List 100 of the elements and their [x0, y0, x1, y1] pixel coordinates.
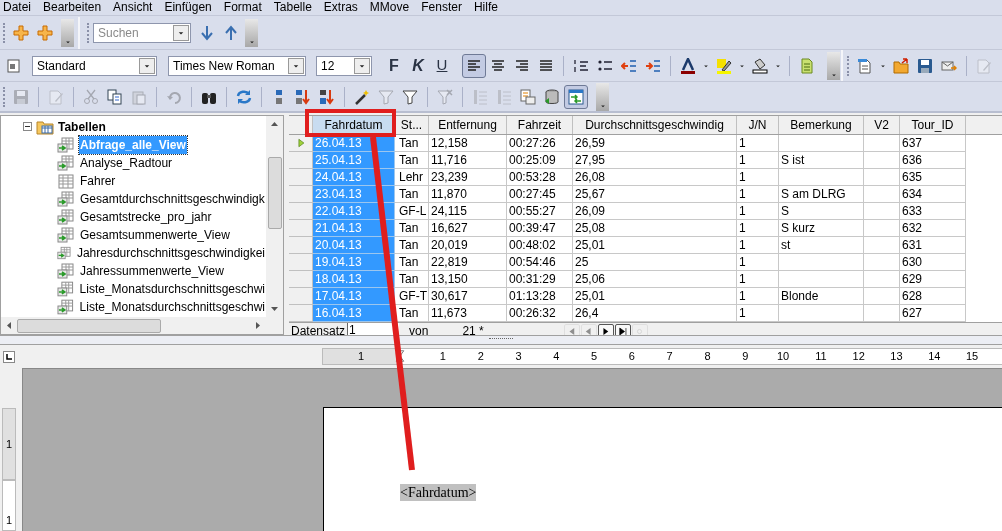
column-header[interactable]: Tour_ID	[900, 116, 966, 134]
scissors-icon	[83, 88, 99, 105]
folder-icon	[893, 57, 909, 74]
table-cell: 27,95	[573, 152, 737, 169]
column-header[interactable]: Bemerkung	[779, 116, 864, 134]
font-name-field[interactable]: Times New Roman	[168, 55, 306, 76]
scrollbar-thumb[interactable]	[267, 157, 282, 229]
tree-item[interactable]: Gesamtsummenwerte_View	[79, 226, 231, 244]
ruler-number: 7	[666, 349, 673, 365]
table-cell: 16.04.13	[313, 305, 395, 322]
column-header[interactable]: Fahrzeit	[507, 116, 573, 134]
table-cell: 19.04.13	[313, 254, 395, 271]
toolbar-grip[interactable]	[3, 86, 6, 107]
collapse-icon[interactable]	[23, 122, 32, 131]
toolbar-grip[interactable]	[3, 23, 6, 43]
paragraph-style-field[interactable]: Standard	[32, 55, 157, 76]
table-cell	[864, 203, 900, 220]
tree-item[interactable]: Liste_Monatsdurchschnittsgeschwi	[78, 280, 266, 298]
menu-item[interactable]: Fenster	[415, 0, 468, 15]
scrollbar[interactable]	[1, 317, 283, 334]
table-cell: 25,08	[573, 220, 737, 237]
tree-item[interactable]: Fahrer	[79, 172, 117, 190]
table-cell: 631	[900, 237, 966, 254]
edit-icon	[976, 57, 992, 74]
splitter-handle[interactable]	[489, 338, 513, 342]
refresh-icon	[236, 88, 252, 105]
document-icon	[857, 57, 873, 74]
toolbar-grip[interactable]	[87, 23, 90, 43]
menu-item[interactable]: Bearbeiten	[37, 0, 108, 15]
funnel-remove-icon	[437, 88, 453, 105]
toolbar-button[interactable]	[462, 53, 486, 78]
menu-item[interactable]: Hilfe	[467, 0, 504, 15]
search-field[interactable]: Suchen	[93, 23, 191, 43]
view-icon	[57, 209, 74, 225]
sort-descending-icon	[319, 88, 335, 105]
record-of-label: von	[409, 323, 429, 335]
menu-item[interactable]: Extras	[317, 0, 364, 15]
ruler-number: 14	[928, 349, 941, 365]
table-cell: 637	[900, 135, 966, 152]
arrow-up-icon	[223, 25, 239, 41]
column-header[interactable]: Fahrdatum	[313, 116, 395, 134]
toolbar-separator	[191, 86, 192, 107]
tab-stop-selector[interactable]	[3, 350, 15, 363]
table-cell: GF-T	[395, 288, 429, 305]
table-cell: 635	[900, 169, 966, 186]
clipboard-icon	[131, 88, 147, 105]
font-size-field[interactable]: 12	[316, 55, 372, 76]
record-nav-button[interactable]	[614, 323, 631, 335]
table-cell: 16,627	[429, 220, 507, 237]
toolbar-overflow-button[interactable]	[827, 51, 840, 80]
table-cell: Tan	[395, 186, 429, 203]
column-header[interactable]: V2	[864, 116, 900, 134]
menu-item[interactable]: MMove	[363, 0, 416, 15]
table-cell: 634	[900, 186, 966, 203]
toolbar-grip[interactable]	[847, 55, 850, 76]
table-cell: 01:13:28	[507, 288, 573, 305]
ruler-number: 2	[477, 349, 484, 365]
table-cell: 629	[900, 271, 966, 288]
tree-folder-label[interactable]: Tabellen	[58, 117, 106, 136]
tree-item[interactable]: Jahresdurchschnittsgeschwindigkei	[75, 244, 266, 262]
table-cell: GF-L	[395, 203, 429, 220]
column-header[interactable]: St...	[395, 116, 429, 134]
format-button[interactable]: F	[382, 53, 406, 78]
table-cell: 632	[900, 220, 966, 237]
wand-icon	[354, 88, 370, 105]
table-cell: 24,115	[429, 203, 507, 220]
table-cell: 00:53:28	[507, 169, 573, 186]
paint-bucket-icon	[752, 57, 768, 74]
record-nav-button[interactable]	[597, 323, 614, 335]
toolbar-overflow-button[interactable]	[245, 19, 258, 47]
toolbar-separator	[462, 86, 463, 107]
column-header[interactable]: J/N	[737, 116, 779, 134]
tree-item[interactable]: Analyse_Radtour	[79, 154, 174, 172]
menu-item[interactable]: Tabelle	[267, 0, 318, 15]
toolbar-overflow-button[interactable]	[61, 19, 74, 47]
format-button[interactable]: K	[406, 53, 430, 78]
table-cell: 22,819	[429, 254, 507, 271]
mail-merge-field[interactable]: <Fahrdatum>	[400, 484, 477, 501]
tree-item[interactable]: Gesamtstrecke_pro_jahr	[79, 208, 213, 226]
menu-item[interactable]: Format	[217, 0, 268, 15]
tree-item[interactable]: Liste_Monatsdurchschnittsgeschwi	[78, 298, 266, 316]
row-header[interactable]	[289, 135, 313, 152]
view-icon	[57, 281, 74, 297]
menu-item[interactable]: Ansicht	[107, 0, 159, 15]
tree-item[interactable]: Gesamtdurchschnittsgeschwindigk	[79, 190, 266, 208]
menu-item[interactable]: Einfügen	[158, 0, 218, 15]
view-icon	[57, 191, 74, 207]
format-button[interactable]: U	[430, 53, 454, 78]
align-center-icon	[490, 57, 506, 74]
scrollbar[interactable]	[266, 116, 283, 317]
tree-item[interactable]: Jahressummenwerte_View	[79, 262, 225, 280]
menu-item[interactable]: Datei	[0, 0, 37, 15]
column-header[interactable]: Durchschnittsgeschwindig	[573, 116, 737, 134]
column-header[interactable]: Entfernung	[429, 116, 507, 134]
table-cell: 636	[900, 152, 966, 169]
indent-marker-icon	[394, 350, 406, 362]
funnel-icon	[378, 88, 394, 105]
mail-merge-icon	[520, 88, 536, 105]
scrollbar-thumb[interactable]	[17, 318, 161, 333]
align-left-icon	[466, 57, 482, 74]
